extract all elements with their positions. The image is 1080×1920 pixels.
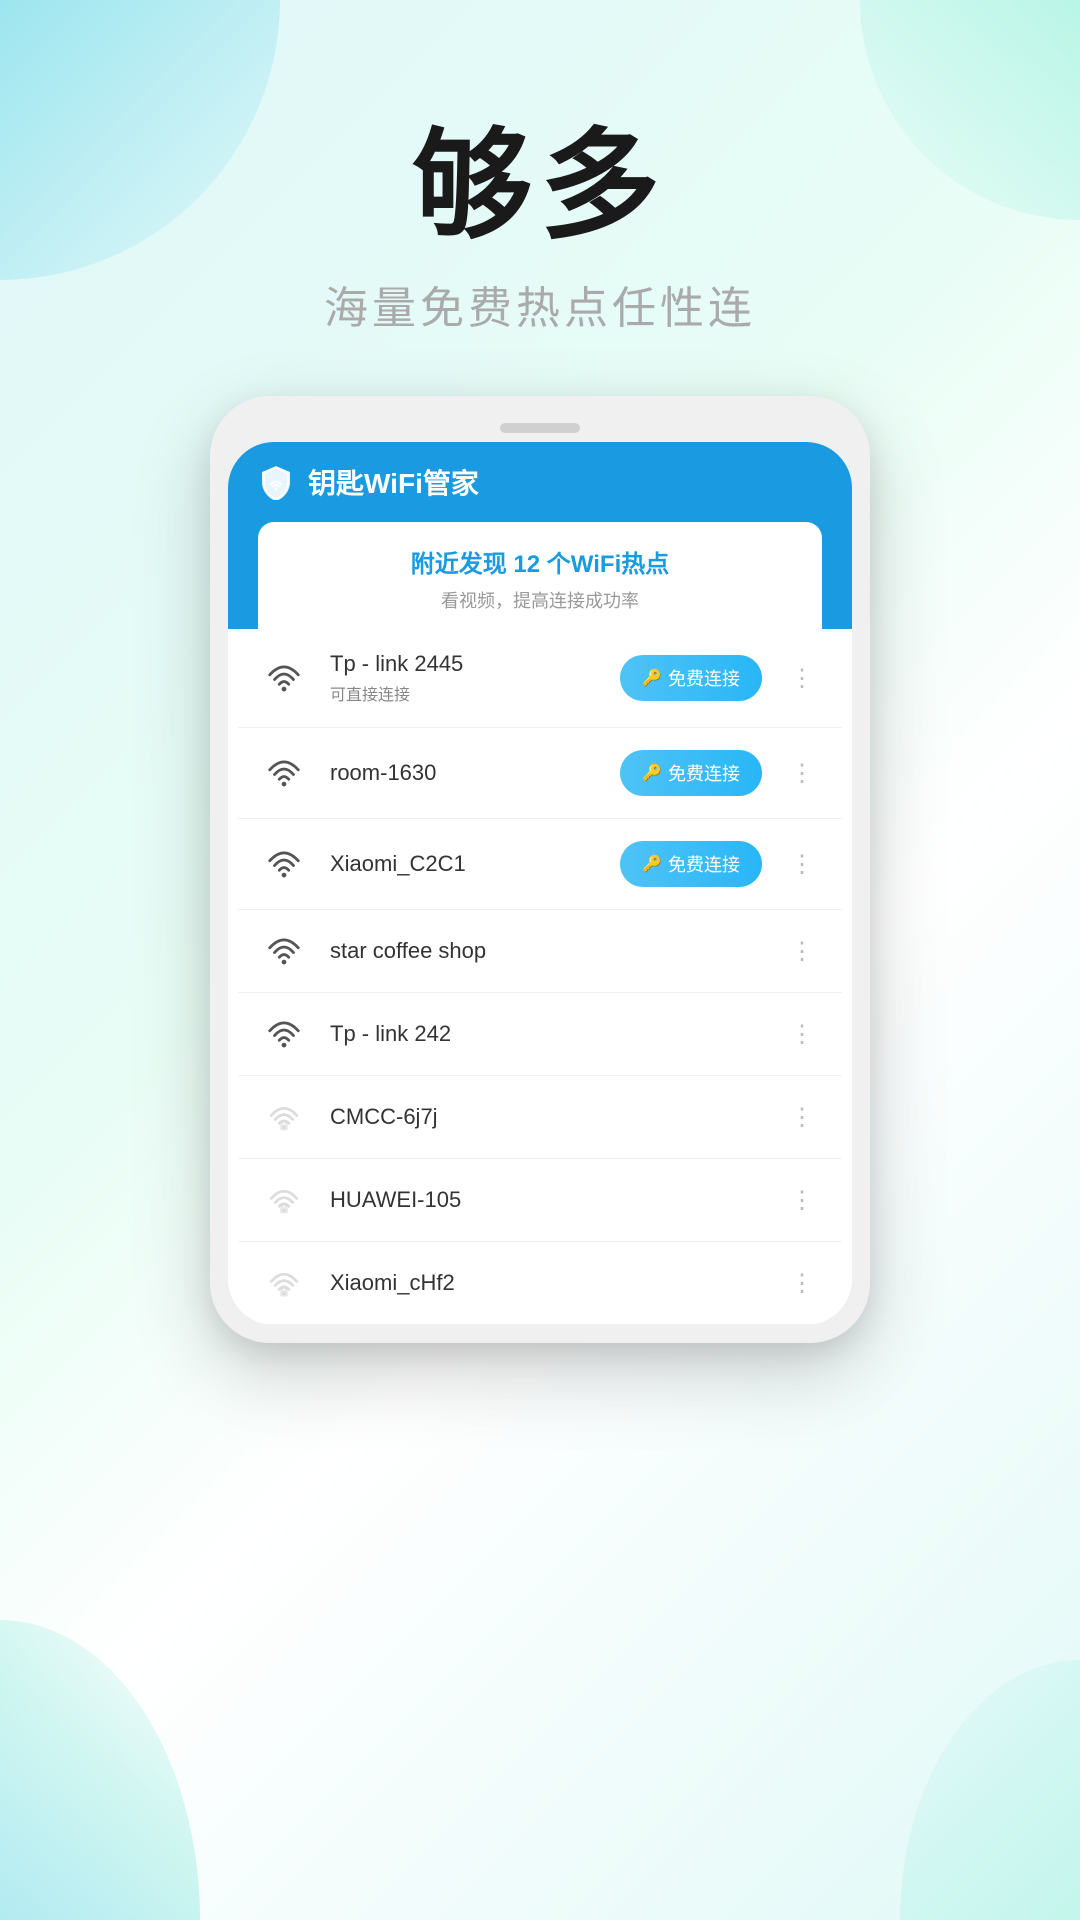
wifi-icon-wrap	[258, 1098, 310, 1136]
wifi-open-icon	[265, 845, 303, 883]
wifi-list-item: Tp - link 242 ⋮	[238, 993, 842, 1076]
wifi-open-icon	[265, 932, 303, 970]
discovery-title: 附近发现 12 个WiFi热点	[288, 544, 792, 579]
wifi-list-item: star coffee shop ⋮	[238, 910, 842, 993]
wifi-list-item: room-1630 🔑 免费连接 ⋮	[238, 728, 842, 819]
wifi-info: Tp - link 242	[330, 1021, 762, 1047]
wifi-name: Xiaomi_cHf2	[330, 1270, 762, 1296]
wifi-open-icon	[265, 659, 303, 697]
more-options-button[interactable]: ⋮	[782, 1016, 822, 1053]
wifi-info: Xiaomi_C2C1	[330, 851, 600, 877]
wifi-info: HUAWEI-105	[330, 1187, 762, 1213]
wifi-locked-icon	[265, 1264, 303, 1302]
connect-btn-label: 免费连接	[668, 851, 740, 877]
more-options-button[interactable]: ⋮	[782, 846, 822, 883]
wifi-locked-icon	[265, 1098, 303, 1136]
app-title-text: 钥匙WiFi管家	[308, 462, 479, 502]
phone-notch	[460, 414, 620, 442]
notch-bar	[500, 423, 580, 433]
headline: 够多	[412, 120, 668, 252]
app-title-row: 钥匙WiFi管家	[258, 462, 822, 502]
free-connect-button[interactable]: 🔑 免费连接	[620, 841, 762, 887]
wifi-locked-icon	[265, 1181, 303, 1219]
corner-decoration-br	[900, 1660, 1080, 1920]
wifi-icon-wrap	[258, 932, 310, 970]
connect-btn-label: 免费连接	[668, 760, 740, 786]
key-icon: 🔑	[642, 668, 662, 688]
wifi-list-item: Tp - link 2445 可直接连接 🔑 免费连接 ⋮	[238, 629, 842, 728]
wifi-icon-wrap	[258, 1181, 310, 1219]
wifi-name: Tp - link 2445	[330, 651, 600, 677]
wifi-name: room-1630	[330, 760, 600, 786]
wifi-list-item: Xiaomi_C2C1 🔑 免费连接 ⋮	[238, 819, 842, 910]
wifi-info: Xiaomi_cHf2	[330, 1270, 762, 1296]
corner-decoration-bl	[0, 1620, 200, 1920]
free-connect-button[interactable]: 🔑 免费连接	[620, 655, 762, 701]
wifi-name: Xiaomi_C2C1	[330, 851, 600, 877]
wifi-list: Tp - link 2445 可直接连接 🔑 免费连接 ⋮ room-1630 🔑 免费连接…	[228, 629, 852, 1325]
more-options-button[interactable]: ⋮	[782, 933, 822, 970]
subheadline: 海量免费热点任性连	[324, 272, 756, 336]
wifi-list-item: HUAWEI-105 ⋮	[238, 1159, 842, 1242]
free-connect-button[interactable]: 🔑 免费连接	[620, 750, 762, 796]
wifi-name: HUAWEI-105	[330, 1187, 762, 1213]
app-header: 钥匙WiFi管家 附近发现 12 个WiFi热点 看视频，提高连接成功率	[228, 442, 852, 629]
more-options-button[interactable]: ⋮	[782, 1265, 822, 1302]
wifi-icon-wrap	[258, 1015, 310, 1053]
wifi-info: room-1630	[330, 760, 600, 786]
wifi-name: CMCC-6j7j	[330, 1104, 762, 1130]
wifi-icon-wrap	[258, 659, 310, 697]
wifi-icon-wrap	[258, 1264, 310, 1302]
phone-mockup: 钥匙WiFi管家 附近发现 12 个WiFi热点 看视频，提高连接成功率 Tp …	[210, 396, 870, 1343]
discovery-sub: 看视频，提高连接成功率	[288, 587, 792, 613]
more-options-button[interactable]: ⋮	[782, 755, 822, 792]
more-options-button[interactable]: ⋮	[782, 660, 822, 697]
page-content: 够多 海量免费热点任性连 钥匙WiFi管家	[0, 0, 1080, 1343]
discovery-banner: 附近发现 12 个WiFi热点 看视频，提高连接成功率	[258, 522, 822, 629]
shield-wifi-icon	[258, 464, 294, 500]
wifi-name: Tp - link 242	[330, 1021, 762, 1047]
wifi-info: Tp - link 2445 可直接连接	[330, 651, 600, 705]
key-icon: 🔑	[642, 763, 662, 783]
connect-btn-label: 免费连接	[668, 665, 740, 691]
more-options-button[interactable]: ⋮	[782, 1099, 822, 1136]
wifi-info: star coffee shop	[330, 938, 762, 964]
wifi-open-icon	[265, 1015, 303, 1053]
wifi-sub: 可直接连接	[330, 681, 600, 705]
wifi-icon-wrap	[258, 754, 310, 792]
key-icon: 🔑	[642, 854, 662, 874]
wifi-icon-wrap	[258, 845, 310, 883]
wifi-info: CMCC-6j7j	[330, 1104, 762, 1130]
phone-inner: 钥匙WiFi管家 附近发现 12 个WiFi热点 看视频，提高连接成功率 Tp …	[228, 442, 852, 1325]
wifi-name: star coffee shop	[330, 938, 762, 964]
wifi-list-item: Xiaomi_cHf2 ⋮	[238, 1242, 842, 1325]
more-options-button[interactable]: ⋮	[782, 1182, 822, 1219]
wifi-list-item: CMCC-6j7j ⋮	[238, 1076, 842, 1159]
wifi-open-icon	[265, 754, 303, 792]
